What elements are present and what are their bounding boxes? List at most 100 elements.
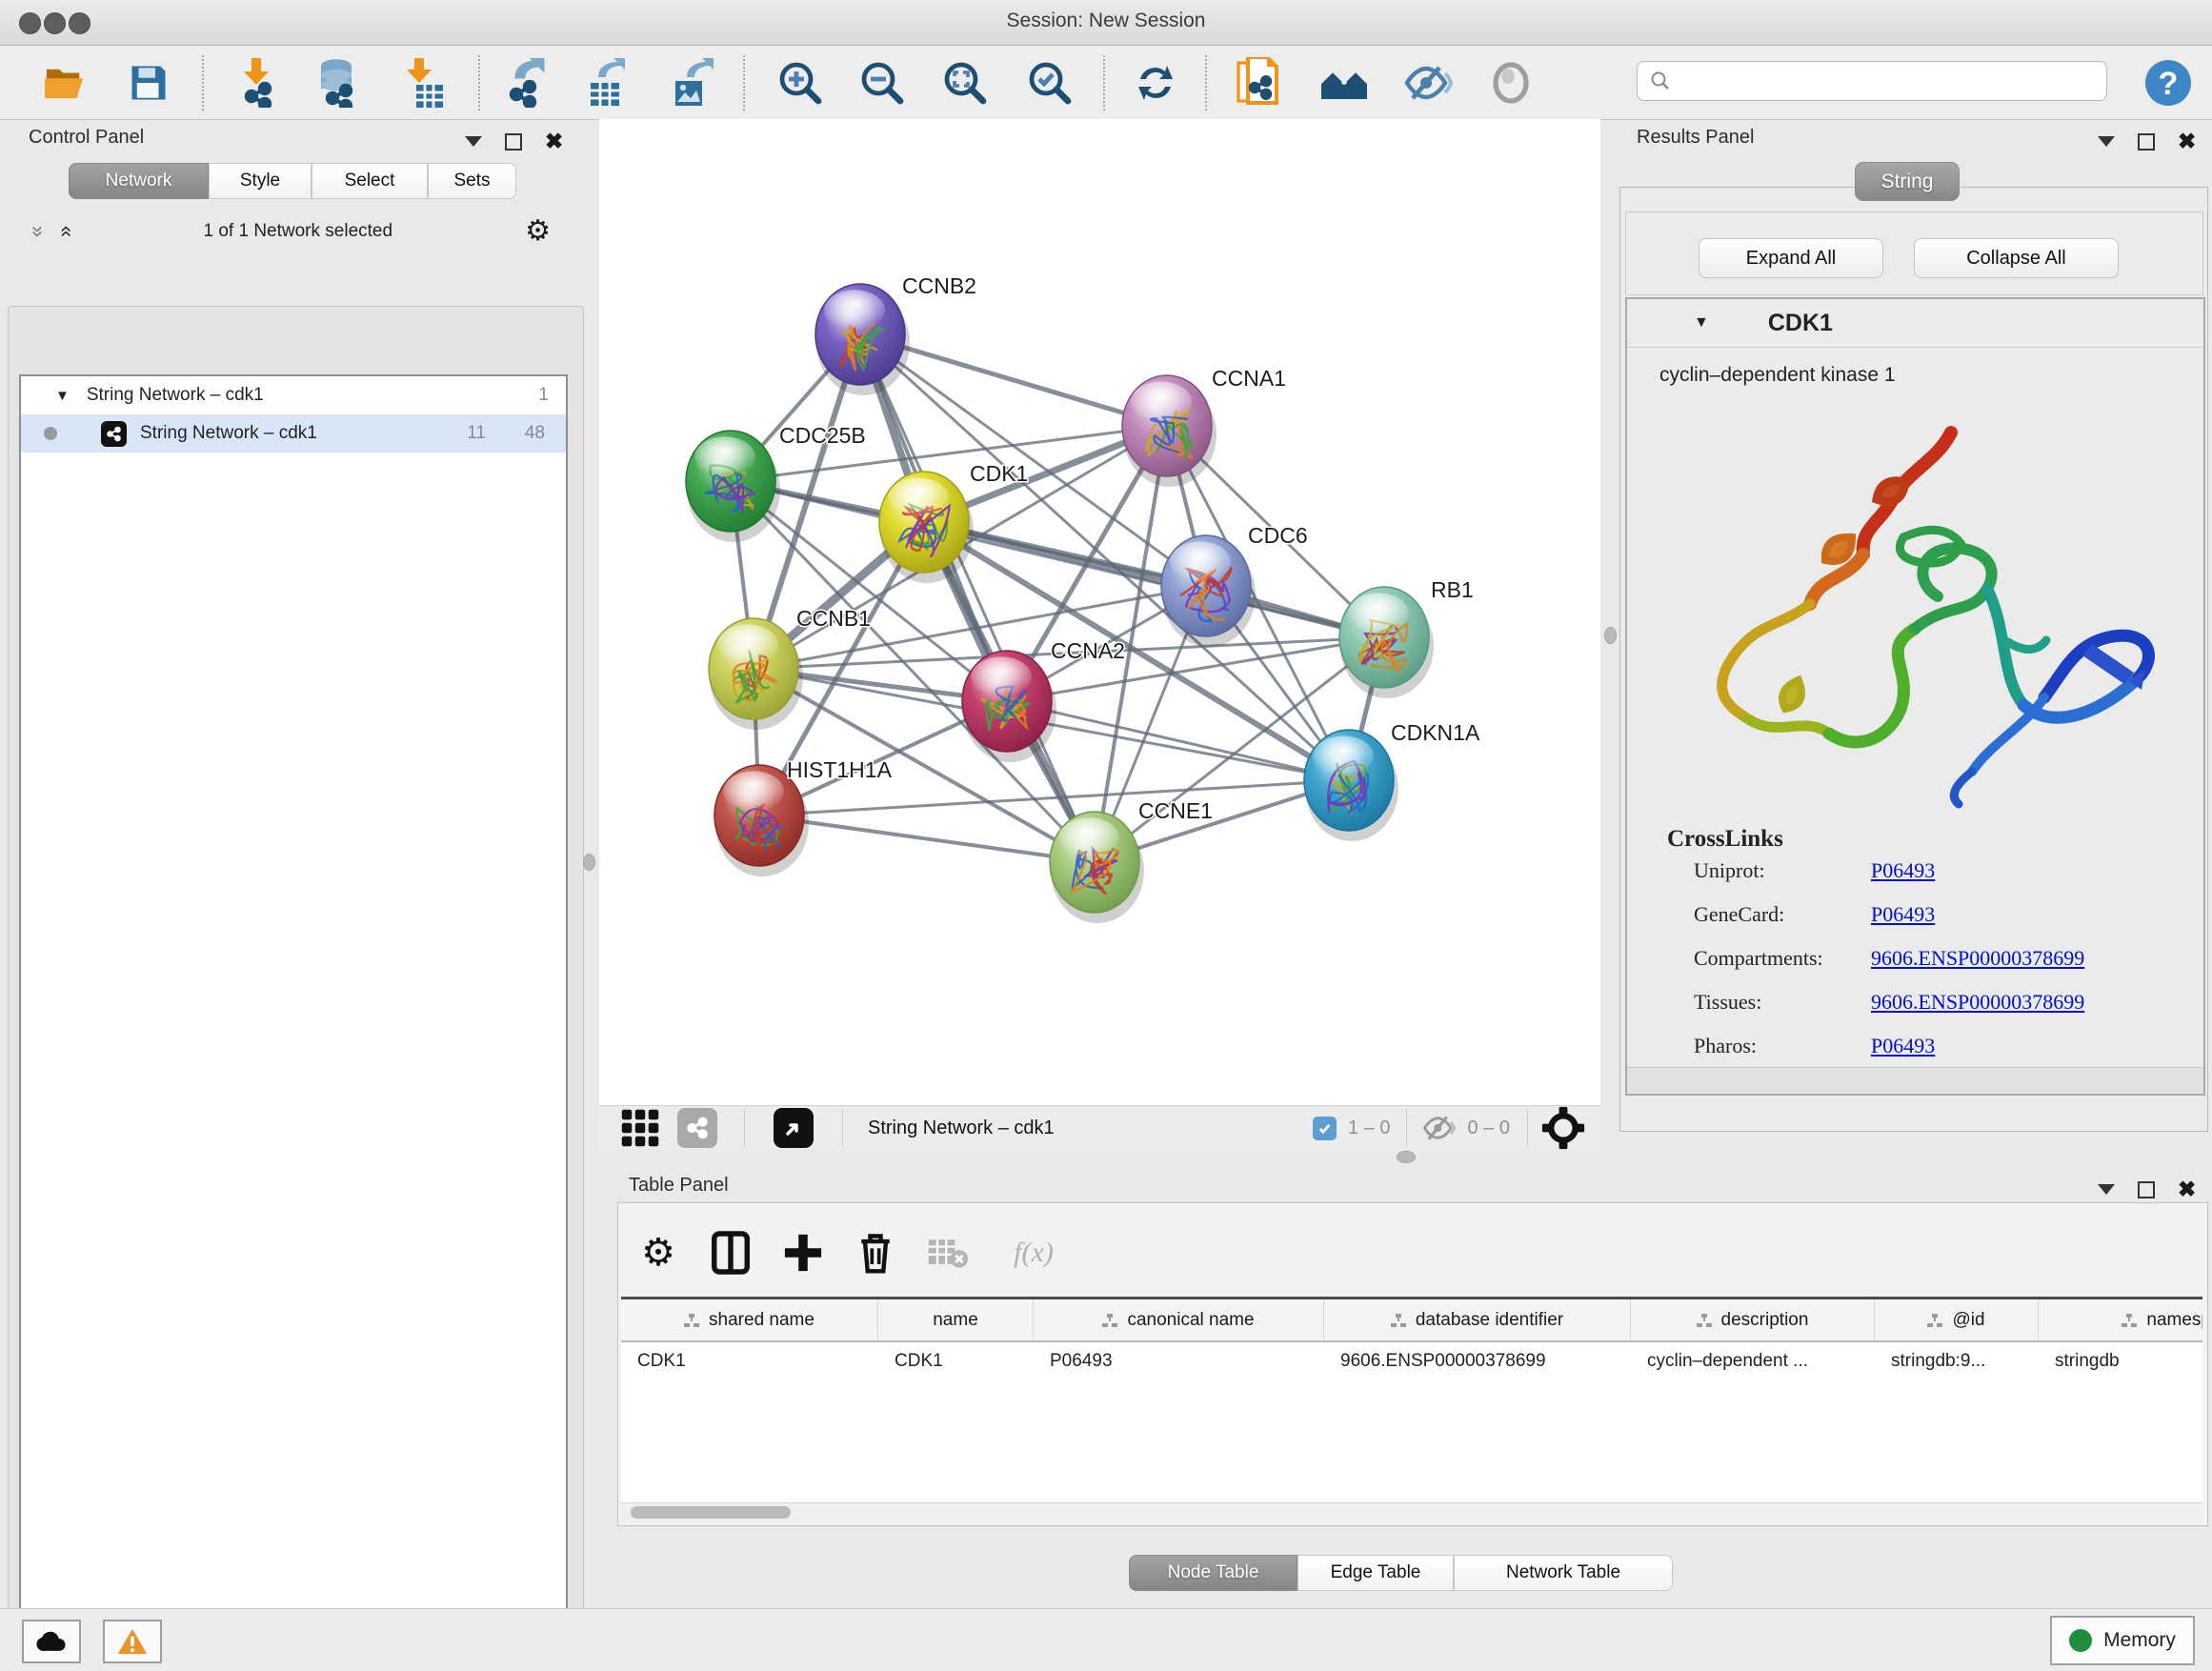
network-node[interactable]: CCNA2 (962, 638, 1125, 762)
crosslink-value-link[interactable]: P06493 (1871, 858, 1935, 883)
fit-content-crosshair-icon[interactable] (1541, 1106, 1585, 1150)
network-collection-row[interactable]: ▼ String Network – cdk1 1 (21, 376, 566, 414)
table-column-header[interactable]: description (1631, 1299, 1875, 1340)
import-table-file-button[interactable] (396, 59, 450, 107)
collection-expand-icon[interactable]: ▼ (55, 388, 70, 404)
tab-node-table[interactable]: Node Table (1129, 1555, 1297, 1591)
hide-glass-ball-button[interactable] (1401, 59, 1455, 107)
tab-edge-table[interactable]: Edge Table (1297, 1555, 1454, 1591)
birdseye-view-icon[interactable] (774, 1108, 814, 1148)
show-columns-button[interactable] (704, 1226, 757, 1279)
string-home-button[interactable] (1317, 59, 1371, 107)
delete-table-button-disabled[interactable] (921, 1226, 975, 1279)
hidden-eye-slash-icon[interactable] (1420, 1113, 1457, 1143)
network-view-title: String Network – cdk1 (868, 1117, 1055, 1139)
network-node[interactable]: CCNB1 (709, 606, 871, 730)
tab-select[interactable]: Select (312, 163, 428, 199)
grid-view-icon[interactable] (620, 1108, 660, 1148)
warning-status-button[interactable] (103, 1620, 162, 1663)
add-column-button[interactable] (776, 1226, 830, 1279)
network-node[interactable]: RB1 (1339, 577, 1474, 698)
zoom-out-button[interactable] (855, 59, 909, 107)
table-row[interactable]: CDK1CDK1P064939606.ENSP00000378699cyclin… (621, 1342, 2202, 1380)
memory-button[interactable]: Memory (2050, 1616, 2195, 1665)
tab-network-table[interactable]: Network Table (1454, 1555, 1673, 1591)
table-column-header[interactable]: name (878, 1299, 1034, 1340)
crosslink-value-link[interactable]: P06493 (1871, 1034, 1935, 1058)
network-node-count: 11 (467, 423, 486, 444)
network-edge[interactable] (759, 815, 1095, 862)
help-button[interactable]: ? (2142, 59, 2195, 107)
network-node[interactable]: CDC6 (1161, 523, 1308, 647)
network-node[interactable]: HIST1H1A (714, 757, 893, 876)
show-glass-ball-button[interactable] (1484, 59, 1538, 107)
delete-column-button[interactable] (849, 1226, 902, 1279)
import-network-from-database-button[interactable] (311, 59, 364, 107)
collapse-all-networks-icon[interactable]: » (52, 226, 77, 237)
network-node[interactable]: CCNE1 (1050, 798, 1213, 923)
function-builder-button-disabled[interactable]: f(x) (995, 1226, 1072, 1279)
tab-string[interactable]: String (1855, 162, 1960, 201)
panel-float-icon[interactable] (505, 133, 522, 151)
panel-float-icon[interactable] (2138, 133, 2155, 151)
panel-close-icon[interactable]: ✖ (2178, 131, 2196, 152)
network-canvas[interactable]: CCNB2CCNA1CDC25BCDK1CDC6RB1CCNB1CCNA2CDK… (599, 119, 1600, 1105)
table-column-header[interactable]: canonical name (1034, 1299, 1324, 1340)
table-column-header[interactable]: shared name (621, 1299, 878, 1340)
network-edge[interactable] (924, 522, 1384, 637)
panel-menu-icon[interactable] (2098, 136, 2115, 147)
network-options-gear-icon[interactable]: ⚙ (525, 217, 551, 246)
zoom-fit-button[interactable] (938, 59, 992, 107)
table-column-header[interactable]: @id (1875, 1299, 2039, 1340)
export-image-button[interactable] (664, 59, 717, 107)
vertical-splitter-handle-left[interactable] (583, 854, 595, 871)
panel-menu-icon[interactable] (465, 136, 482, 147)
network-node[interactable]: CCNA1 (1122, 366, 1286, 487)
selected-checkbox-icon[interactable] (1313, 1117, 1337, 1140)
cloud-status-button[interactable] (22, 1620, 81, 1663)
refresh-button[interactable] (1129, 59, 1182, 107)
search-field[interactable] (1637, 61, 2107, 101)
panel-close-icon[interactable]: ✖ (2178, 1178, 2196, 1200)
table-column-header[interactable]: database identifier (1324, 1299, 1631, 1340)
export-network-button[interactable] (497, 59, 551, 107)
crosslink-value-link[interactable]: 9606.ENSP00000378699 (1871, 946, 2084, 971)
panel-close-icon[interactable]: ✖ (545, 131, 563, 152)
table-settings-button[interactable]: ⚙ (632, 1226, 685, 1279)
import-network-icon (234, 58, 280, 108)
table-hscrollbar-thumb[interactable] (631, 1506, 791, 1519)
expand-all-networks-icon[interactable]: » (26, 226, 50, 237)
tab-style[interactable]: Style (209, 163, 312, 199)
network-node[interactable]: CDC25B (686, 423, 866, 542)
network-node[interactable]: CCNB2 (815, 273, 976, 395)
table-hscrollbar-track[interactable] (621, 1502, 2202, 1522)
expand-all-button[interactable]: Expand All (1699, 238, 1883, 278)
tab-sets[interactable]: Sets (428, 163, 516, 199)
entry-collapse-icon[interactable]: ▼ (1694, 314, 1709, 332)
open-session-button[interactable] (38, 59, 91, 107)
string-import-button[interactable] (1233, 59, 1286, 107)
horizontal-splitter-handle[interactable] (1397, 1151, 1416, 1163)
network-row-selected[interactable]: String Network – cdk1 11 48 (21, 414, 566, 453)
search-input[interactable] (1672, 70, 2076, 92)
crosslink-value-link[interactable]: P06493 (1871, 902, 1935, 927)
results-scrollbar-track[interactable] (1627, 1067, 2203, 1093)
crosslink-value-link[interactable]: 9606.ENSP00000378699 (1871, 990, 2084, 1015)
zoom-in-button[interactable] (774, 59, 827, 107)
save-session-button[interactable] (122, 59, 175, 107)
collapse-all-button[interactable]: Collapse All (1914, 238, 2119, 278)
panel-float-icon[interactable] (2138, 1181, 2155, 1198)
import-network-file-button[interactable] (231, 59, 284, 107)
help-icon: ? (2143, 58, 2193, 108)
network-node[interactable]: CDKN1A (1304, 720, 1480, 841)
network-edge[interactable] (860, 334, 1095, 862)
tab-network[interactable]: Network (69, 163, 209, 199)
export-table-button[interactable] (579, 59, 633, 107)
network-edge[interactable] (1007, 701, 1349, 780)
panel-menu-icon[interactable] (2098, 1184, 2115, 1195)
network-share-view-icon[interactable] (677, 1108, 717, 1148)
table-column-header[interactable]: namespace (2039, 1299, 2202, 1340)
zoom-selected-button[interactable] (1023, 59, 1076, 107)
network-list: ▼ String Network – cdk1 1 String Network… (19, 374, 568, 1671)
results-entry-header[interactable]: ▼ CDK1 (1627, 299, 2203, 348)
